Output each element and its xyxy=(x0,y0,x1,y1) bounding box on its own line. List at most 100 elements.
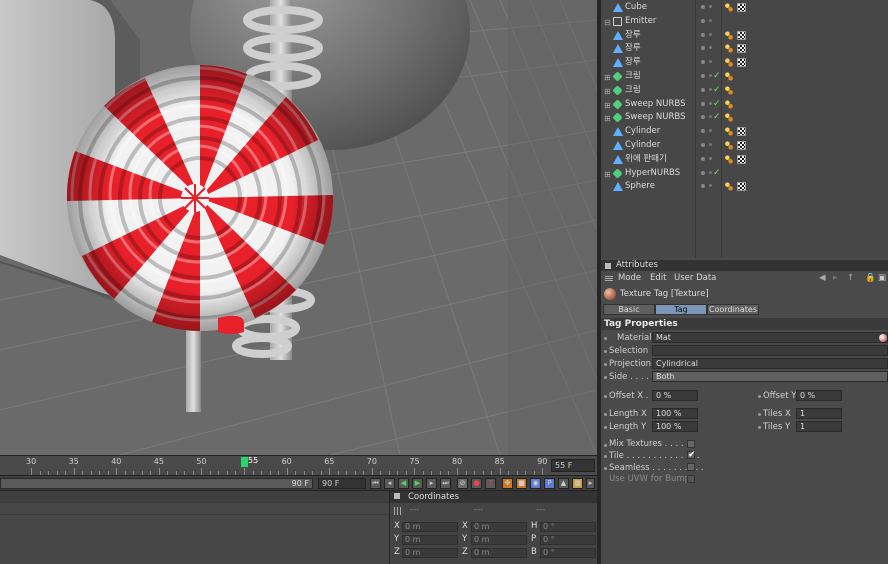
editor-visibility-dot[interactable] xyxy=(701,156,705,161)
phong-tag-icon[interactable] xyxy=(725,58,733,68)
render-visibility-dot[interactable] xyxy=(709,32,712,36)
object-name[interactable]: 장루 xyxy=(625,29,641,42)
rot-h-field[interactable]: 0 ° xyxy=(540,522,596,532)
object-name[interactable]: Emitter xyxy=(625,15,656,28)
editor-visibility-dot[interactable] xyxy=(701,18,705,23)
more-icon[interactable]: ▸ xyxy=(586,478,595,489)
mode-menu[interactable]: Mode xyxy=(618,271,641,285)
object-name[interactable]: Sweep NURBS xyxy=(625,111,685,124)
expand-toggle-icon[interactable]: ⊞ xyxy=(604,168,611,181)
render-visibility-dot[interactable] xyxy=(709,60,712,64)
current-frame-field[interactable]: 55 F xyxy=(551,459,595,472)
editor-visibility-dot[interactable] xyxy=(701,170,705,175)
texture-tag-icon[interactable] xyxy=(737,58,746,68)
render-visibility-dot[interactable] xyxy=(709,143,712,146)
render-visibility-dot[interactable] xyxy=(709,101,712,105)
render-visibility-dot[interactable] xyxy=(709,184,712,188)
editor-visibility-dot[interactable] xyxy=(701,46,705,51)
phong-tag-icon[interactable] xyxy=(725,154,733,164)
texture-tag-icon[interactable] xyxy=(737,127,746,137)
length-x-field[interactable]: 100 % xyxy=(652,408,698,419)
phong-tag-icon[interactable] xyxy=(725,85,733,95)
rotate-key-icon[interactable]: ◉ xyxy=(530,478,541,489)
object-row[interactable]: 장루 xyxy=(601,42,888,56)
end-frame-field[interactable]: 90 F xyxy=(318,478,366,489)
object-name[interactable]: Sphere xyxy=(625,180,655,193)
texture-tag-icon[interactable] xyxy=(737,154,746,164)
mix-textures-checkbox[interactable] xyxy=(687,440,695,448)
timeline-ruler[interactable]: 30 35 40 45 50 55 60 65 70 75 80 85 9055 F xyxy=(0,455,597,475)
object-row[interactable]: ⊞ HyperNURBS ✓ xyxy=(601,167,888,181)
keyframe-selection-icon[interactable]: ? xyxy=(485,478,496,489)
expand-toggle-icon[interactable]: ⊞ xyxy=(604,71,611,84)
tiles-y-field[interactable]: 1 xyxy=(796,421,842,432)
render-visibility-dot[interactable] xyxy=(709,115,712,119)
render-visibility-dot[interactable] xyxy=(709,170,712,174)
editor-visibility-dot[interactable] xyxy=(701,143,705,147)
preview-range-slider[interactable]: 90 F xyxy=(0,478,313,489)
side-dropdown[interactable]: Both xyxy=(652,371,888,382)
up-arrow-icon[interactable]: ↑ xyxy=(847,271,854,285)
pos-z-field[interactable]: 0 m xyxy=(402,548,458,558)
lock-icon[interactable]: 🔒 xyxy=(865,271,876,285)
object-name[interactable]: 크림 xyxy=(625,84,641,97)
expand-toggle-icon[interactable]: ⊟ xyxy=(604,16,611,29)
move-key-icon[interactable]: ✥ xyxy=(502,478,513,489)
enabled-check-icon[interactable]: ✓ xyxy=(713,84,721,97)
projection-dropdown[interactable]: Cylindrical xyxy=(652,358,888,369)
scale-key-icon[interactable]: ■ xyxy=(516,478,527,489)
size-x-field[interactable]: 0 m xyxy=(471,522,527,532)
attributes-menu-icon[interactable] xyxy=(605,263,611,269)
play-backward-icon[interactable]: ◀ xyxy=(398,478,409,489)
enabled-check-icon[interactable]: ✓ xyxy=(713,98,721,111)
autokey-icon[interactable]: ● xyxy=(471,478,482,489)
edit-menu[interactable]: Edit xyxy=(650,271,666,285)
size-z-field[interactable]: 0 m xyxy=(471,548,527,558)
object-name[interactable]: Cylinder xyxy=(625,139,660,152)
object-row[interactable]: ⊞ 크림 ✓ xyxy=(601,84,888,98)
texture-tag-icon[interactable] xyxy=(737,141,746,150)
texture-tag-icon[interactable] xyxy=(737,44,746,54)
offset-x-field[interactable]: 0 % xyxy=(652,390,698,401)
phong-tag-icon[interactable] xyxy=(725,113,733,123)
expand-toggle-icon[interactable]: ⊞ xyxy=(604,112,611,125)
render-visibility-dot[interactable] xyxy=(709,46,712,50)
new-panel-icon[interactable]: ▣ xyxy=(878,271,886,285)
editor-visibility-dot[interactable] xyxy=(701,184,705,189)
editor-visibility-dot[interactable] xyxy=(701,5,705,9)
forward-arrow-icon[interactable]: ▸ xyxy=(833,271,837,285)
user-data-menu[interactable]: User Data xyxy=(674,271,716,285)
phong-tag-icon[interactable] xyxy=(725,141,733,150)
object-name[interactable]: Sweep NURBS xyxy=(625,98,685,111)
phong-tag-icon[interactable] xyxy=(725,127,733,137)
object-row[interactable]: ⊞ Sweep NURBS ✓ xyxy=(601,111,888,125)
texture-tag-icon[interactable] xyxy=(737,182,746,192)
object-row[interactable]: ⊞ Sweep NURBS ✓ xyxy=(601,98,888,112)
texture-tag-icon[interactable] xyxy=(737,30,746,40)
expand-toggle-icon[interactable]: ⊞ xyxy=(604,85,611,98)
object-name[interactable]: Cylinder xyxy=(625,125,660,138)
enabled-check-icon[interactable]: ✓ xyxy=(713,111,721,124)
object-row[interactable]: Cylinder xyxy=(601,139,888,153)
tiles-x-field[interactable]: 1 xyxy=(796,408,842,419)
phong-tag-icon[interactable] xyxy=(725,99,733,109)
phong-tag-icon[interactable] xyxy=(725,44,733,54)
editor-visibility-dot[interactable] xyxy=(701,129,705,134)
render-visibility-dot[interactable] xyxy=(709,156,712,160)
pos-y-field[interactable]: 0 m xyxy=(402,535,458,545)
tile-checkbox[interactable]: ✔ xyxy=(687,451,696,460)
object-name[interactable]: 장루 xyxy=(625,42,641,55)
use-uvw-checkbox[interactable] xyxy=(687,475,695,483)
tab-basic[interactable]: Basic xyxy=(603,304,655,315)
object-row[interactable]: ⊟ Emitter xyxy=(601,15,888,29)
object-row[interactable]: 장루 xyxy=(601,29,888,43)
object-name[interactable]: Cube xyxy=(625,1,647,14)
expand-toggle-icon[interactable]: ⊞ xyxy=(604,99,611,112)
render-visibility-dot[interactable] xyxy=(709,87,712,91)
texture-tag-icon[interactable] xyxy=(737,3,746,12)
point-level-icon[interactable]: ▲ xyxy=(558,478,569,489)
editor-visibility-dot[interactable] xyxy=(701,87,705,92)
object-row[interactable]: Cube xyxy=(601,1,888,15)
render-visibility-dot[interactable] xyxy=(709,18,712,22)
object-row[interactable]: ⊞ 크림 ✓ xyxy=(601,70,888,84)
